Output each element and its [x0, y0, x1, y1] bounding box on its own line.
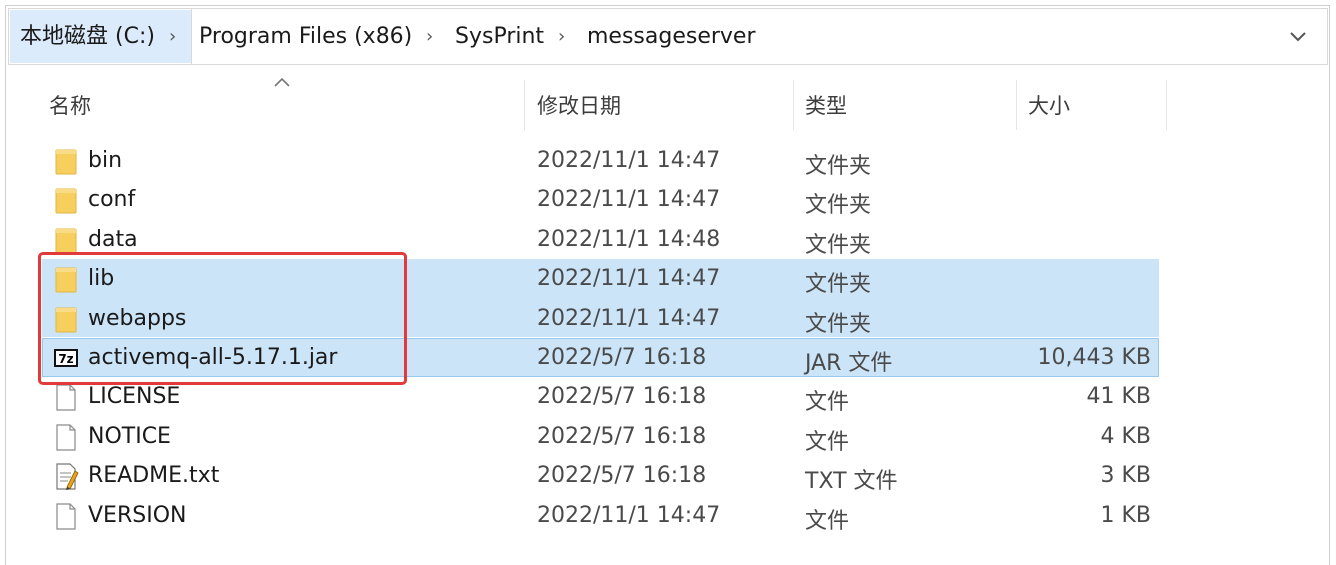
folder-icon	[53, 185, 79, 215]
file-type: 文件夹	[805, 232, 872, 258]
file-date: 2022/11/1 14:47	[537, 187, 721, 213]
file-size: 4 KB	[1100, 423, 1151, 449]
column-header-size[interactable]: 大小	[1028, 90, 1070, 120]
file-date: 2022/11/1 14:48	[537, 226, 721, 252]
annotation-highlight-box	[38, 252, 407, 385]
file-date: 2022/11/1 14:47	[537, 266, 721, 292]
column-divider[interactable]	[793, 80, 794, 130]
file-type: 文件夹	[805, 311, 872, 337]
file-icon	[53, 382, 79, 412]
breadcrumb-item-c-drive[interactable]: 本地磁盘 (C:)	[20, 9, 155, 64]
file-type: 文件夹	[805, 154, 872, 179]
file-date: 2022/5/7 16:18	[537, 384, 707, 410]
folder-icon	[53, 146, 79, 176]
file-date: 2022/11/1 14:47	[537, 502, 721, 528]
file-name: LICENSE	[88, 384, 181, 410]
sort-ascending-icon	[274, 77, 290, 87]
breadcrumb-item-messageserver[interactable]: messageserver	[587, 9, 756, 64]
file-row[interactable]: NOTICE 2022/5/7 16:18 文件 4 KB	[42, 417, 1159, 456]
breadcrumb-item-sysprint[interactable]: SysPrint	[455, 9, 544, 64]
file-name: conf	[88, 187, 136, 213]
file-row[interactable]: README.txt 2022/5/7 16:18 TXT 文件 3 KB	[42, 456, 1159, 495]
file-type: 文件夹	[805, 193, 872, 219]
file-type: TXT 文件	[805, 469, 898, 495]
column-divider[interactable]	[1166, 80, 1167, 130]
file-date: 2022/11/1 14:47	[537, 148, 721, 173]
column-header-date[interactable]: 修改日期	[537, 90, 621, 120]
file-date: 2022/11/1 14:47	[537, 305, 721, 331]
file-name: data	[88, 226, 138, 252]
file-type: 文件夹	[805, 272, 872, 298]
breadcrumb-chevron-icon[interactable]: ›	[558, 9, 565, 64]
file-name: VERSION	[88, 502, 187, 528]
folder-icon	[53, 225, 79, 255]
file-size: 41 KB	[1086, 384, 1151, 410]
file-name: README.txt	[88, 463, 220, 489]
file-size: 3 KB	[1100, 463, 1151, 489]
file-size: 10,443 KB	[1037, 345, 1152, 370]
column-header-name[interactable]: 名称	[49, 90, 91, 120]
breadcrumb-item-program-files[interactable]: Program Files (x86)	[199, 9, 412, 64]
file-row[interactable]: bin 2022/11/1 14:47 文件夹	[42, 141, 1159, 180]
column-divider[interactable]	[1016, 80, 1017, 130]
breadcrumb-chevron-icon[interactable]: ›	[169, 9, 176, 64]
address-divider	[191, 9, 192, 64]
file-size: 1 KB	[1100, 502, 1151, 528]
file-type: 文件	[805, 390, 850, 416]
file-row[interactable]: conf 2022/11/1 14:47 文件夹	[42, 180, 1159, 219]
file-icon	[53, 501, 79, 531]
column-header-type[interactable]: 类型	[805, 90, 847, 120]
file-type: JAR 文件	[805, 351, 893, 376]
file-date: 2022/5/7 16:18	[537, 345, 707, 370]
file-row[interactable]: VERSION 2022/11/1 14:47 文件 1 KB	[42, 496, 1159, 535]
column-divider[interactable]	[524, 80, 525, 130]
file-type: 文件	[805, 429, 850, 455]
address-bar[interactable]: 本地磁盘 (C:) › Program Files (x86) › SysPri…	[8, 8, 1328, 65]
file-date: 2022/5/7 16:18	[537, 463, 707, 489]
file-name: bin	[88, 148, 123, 173]
chevron-down-icon[interactable]	[1285, 23, 1311, 49]
file-icon	[53, 422, 79, 452]
file-type: 文件	[805, 508, 850, 534]
text-file-icon	[53, 461, 79, 491]
file-name: NOTICE	[88, 423, 171, 449]
breadcrumb-chevron-icon[interactable]: ›	[426, 9, 433, 64]
file-date: 2022/5/7 16:18	[537, 423, 707, 449]
